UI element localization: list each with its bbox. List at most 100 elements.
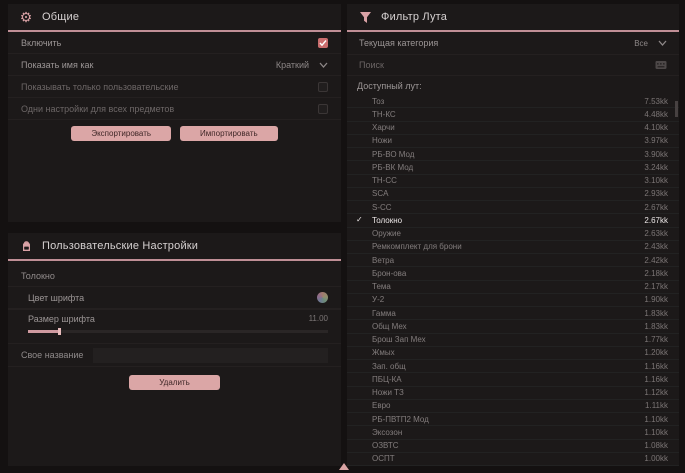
loot-item-name: Общ Мех: [372, 322, 644, 331]
color-wheel-icon[interactable]: [317, 292, 328, 303]
loot-item-value: 2.93kk: [644, 189, 668, 198]
loot-item-row[interactable]: Оружие2.63kk: [347, 228, 679, 241]
user-settings-panel: Пользовательские Настройки Толокно Цвет …: [8, 233, 341, 466]
user-settings-header: Пользовательские Настройки: [8, 233, 341, 259]
loot-item-value: 2.18kk: [644, 269, 668, 278]
loot-item-value: 1.16kk: [644, 362, 668, 371]
custom-name-input[interactable]: [93, 348, 328, 363]
loot-item-name: Оружие: [372, 229, 644, 238]
loot-item-row[interactable]: ПБЦ-КА1.16kk: [347, 373, 679, 386]
loot-item-value: 1.08kk: [644, 441, 668, 450]
loot-item-name: Тоз: [372, 97, 644, 106]
loot-item-row[interactable]: ТН-СС3.10kk: [347, 175, 679, 188]
import-button[interactable]: Импортировать: [180, 126, 278, 141]
custom-name-row: Свое название: [8, 343, 341, 367]
loot-item-name: РБ-ВК Мод: [372, 163, 644, 172]
category-select[interactable]: Все: [634, 39, 667, 48]
font-size-value: 11.00: [309, 314, 328, 323]
loot-item-row[interactable]: РБ-ПВТП2 Мод1.10kk: [347, 413, 679, 426]
enable-checkbox[interactable]: [318, 38, 328, 48]
loot-item-value: 3.97kk: [644, 136, 668, 145]
backpack-icon: [19, 239, 33, 253]
export-button[interactable]: Экспортировать: [71, 126, 171, 141]
loot-item-row[interactable]: Ножи ТЗ1.12kk: [347, 387, 679, 400]
loot-item-value: 1.90kk: [644, 295, 668, 304]
loot-item-value: 1.83kk: [644, 322, 668, 331]
user-settings-title: Пользовательские Настройки: [42, 240, 198, 252]
loot-item-row[interactable]: РБ-ВО Мод3.90kk: [347, 148, 679, 161]
loot-item-row[interactable]: Тоз7.53kk: [347, 95, 679, 108]
funnel-icon: [358, 10, 372, 24]
loot-item-name: Толокно: [372, 216, 644, 225]
loot-item-row[interactable]: ТН-КС4.48kk: [347, 108, 679, 121]
delete-button[interactable]: Удалить: [129, 375, 220, 390]
loot-item-row[interactable]: Ветра2.42kk: [347, 254, 679, 267]
loot-item-value: 3.24kk: [644, 163, 668, 172]
loot-item-value: 1.12kk: [644, 388, 668, 397]
loot-item-row[interactable]: Евро1.11kk: [347, 400, 679, 413]
available-loot-label: Доступный лут:: [347, 76, 679, 95]
only-custom-checkbox[interactable]: [318, 82, 328, 92]
category-value: Все: [634, 39, 648, 48]
only-custom-label: Показывать только пользовательские: [21, 82, 179, 92]
setting-row-enable: Включить: [8, 32, 341, 54]
loot-item-name: Тема: [372, 282, 644, 291]
loot-item-row[interactable]: Харчи4.10kk: [347, 122, 679, 135]
loot-item-row[interactable]: ОЗВТС1.08kk: [347, 440, 679, 453]
name-display-select[interactable]: Краткий: [276, 60, 328, 70]
loot-list: Тоз7.53kkТН-КС4.48kkХарчи4.10kkНожи3.97k…: [347, 95, 679, 466]
loot-item-value: 1.77kk: [644, 335, 668, 344]
loot-item-row[interactable]: Жмых1.20kk: [347, 347, 679, 360]
loot-item-row[interactable]: У-21.90kk: [347, 294, 679, 307]
general-panel: ⚙ Общие Включить Показать имя как Кратки…: [8, 4, 341, 222]
setting-row-name-display: Показать имя как Краткий: [8, 54, 341, 76]
same-settings-label: Одни настройки для всех предметов: [21, 104, 174, 114]
loot-item-row[interactable]: Ножи3.97kk: [347, 135, 679, 148]
loot-item-row[interactable]: Эксозон1.10kk: [347, 426, 679, 439]
loot-item-row[interactable]: ✓Толокно2.67kk: [347, 214, 679, 227]
loot-item-value: 1.20kk: [644, 348, 668, 357]
loot-item-value: 1.00kk: [644, 454, 668, 463]
loot-item-row[interactable]: S-CC2.67kk: [347, 201, 679, 214]
loot-item-value: 7.53kk: [644, 97, 668, 106]
scroll-up-caret-icon[interactable]: [339, 463, 349, 470]
mod-settings-page: ⚙ Общие Включить Показать имя как Кратки…: [0, 0, 685, 473]
loot-item-value: 4.10kk: [644, 123, 668, 132]
loot-item-name: ОСПТ: [372, 454, 644, 463]
loot-item-row[interactable]: Ремкомплект для брони2.43kk: [347, 241, 679, 254]
slider-handle[interactable]: [58, 328, 61, 335]
loot-item-value: 1.10kk: [644, 415, 668, 424]
loot-item-row[interactable]: Тема2.17kk: [347, 281, 679, 294]
setting-row-only-custom: Показывать только пользовательские: [8, 76, 341, 98]
loot-item-row[interactable]: Гамма1.83kk: [347, 307, 679, 320]
loot-item-row[interactable]: ОСПТ1.00kk: [347, 453, 679, 466]
font-size-slider[interactable]: [28, 330, 328, 333]
scrollbar-handle[interactable]: [675, 101, 678, 117]
same-settings-checkbox[interactable]: [318, 104, 328, 114]
selected-check-icon: ✓: [356, 216, 372, 224]
loot-item-value: 2.63kk: [644, 229, 668, 238]
loot-item-name: ОЗВТС: [372, 441, 644, 450]
general-panel-header: ⚙ Общие: [8, 4, 341, 30]
loot-item-value: 1.83kk: [644, 309, 668, 318]
keyboard-icon[interactable]: [655, 60, 667, 70]
loot-item-row[interactable]: Общ Мех1.83kk: [347, 320, 679, 333]
loot-item-row[interactable]: Брон-ова2.18kk: [347, 267, 679, 280]
loot-item-name: Ножи: [372, 136, 644, 145]
font-color-row: Цвет шрифта: [8, 286, 341, 309]
loot-item-name: SCA: [372, 189, 644, 198]
loot-item-value: 3.10kk: [644, 176, 668, 185]
loot-item-value: 2.67kk: [644, 216, 668, 225]
loot-item-name: ПБЦ-КА: [372, 375, 644, 384]
search-row: [347, 55, 679, 76]
name-display-label: Показать имя как: [21, 60, 93, 70]
setting-row-same-settings: Одни настройки для всех предметов: [8, 98, 341, 120]
chevron-down-icon: [658, 40, 667, 46]
loot-item-row[interactable]: РБ-ВК Мод3.24kk: [347, 161, 679, 174]
loot-item-row[interactable]: Зап. общ1.16kk: [347, 360, 679, 373]
loot-filter-panel: Фильтр Лута Текущая категория Все Доступ: [347, 4, 679, 465]
slider-fill: [28, 330, 60, 333]
loot-item-row[interactable]: SCA2.93kk: [347, 188, 679, 201]
search-input[interactable]: [359, 60, 655, 70]
loot-item-row[interactable]: Брош Зап Мех1.77kk: [347, 334, 679, 347]
